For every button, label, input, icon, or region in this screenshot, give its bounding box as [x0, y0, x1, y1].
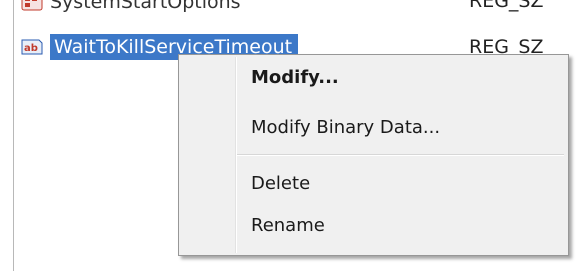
menu-item-modify-binary-data[interactable]: Modify Binary Data... [251, 117, 440, 139]
menu-item-delete[interactable]: Delete [251, 173, 310, 195]
reg-binary-icon [20, 0, 44, 13]
menu-separator [237, 154, 564, 156]
pane-border [13, 0, 14, 271]
value-name: SystemStartOptions [50, 0, 241, 13]
table-row[interactable]: SystemStartOptions [20, 0, 241, 16]
value-type: REG_SZ [469, 0, 544, 12]
svg-text:ab: ab [24, 43, 38, 54]
registry-editor-view: SystemStartOptions REG_SZ ab WaitToKillS… [0, 0, 577, 271]
menu-item-rename[interactable]: Rename [251, 215, 325, 237]
menu-item-modify[interactable]: Modify... [251, 67, 339, 89]
context-menu: Modify... Modify Binary Data... Delete R… [178, 54, 569, 256]
reg-string-icon: ab [20, 36, 44, 58]
